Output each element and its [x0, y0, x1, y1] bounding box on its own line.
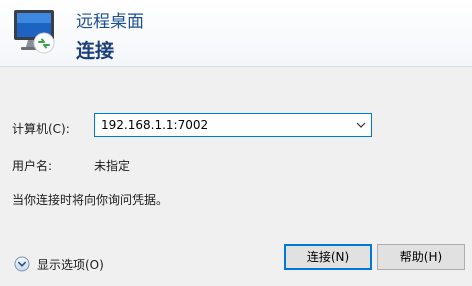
computer-label: 计算机(C): — [12, 122, 70, 136]
app-title: 远程桌面 — [76, 12, 144, 32]
dialog-header: 远程桌面 连接 — [0, 0, 472, 67]
credentials-note: 当你连接时将向你询问凭据。 — [12, 193, 169, 207]
chevron-down-icon[interactable] — [355, 119, 367, 131]
page-title: 连接 — [76, 40, 115, 62]
chevron-down-circle-icon[interactable] — [14, 256, 30, 272]
computer-input[interactable]: 192.168.1.1:7002 — [101, 118, 208, 132]
connect-button[interactable]: 连接(N) — [284, 244, 372, 270]
remote-desktop-icon — [14, 10, 55, 54]
username-value: 未指定 — [94, 159, 131, 173]
show-options-label[interactable]: 显示选项(O) — [37, 256, 104, 273]
help-button[interactable]: 帮助(H) — [377, 244, 465, 270]
username-label: 用户名: — [12, 159, 53, 173]
computer-combobox[interactable]: 192.168.1.1:7002 — [94, 113, 372, 137]
